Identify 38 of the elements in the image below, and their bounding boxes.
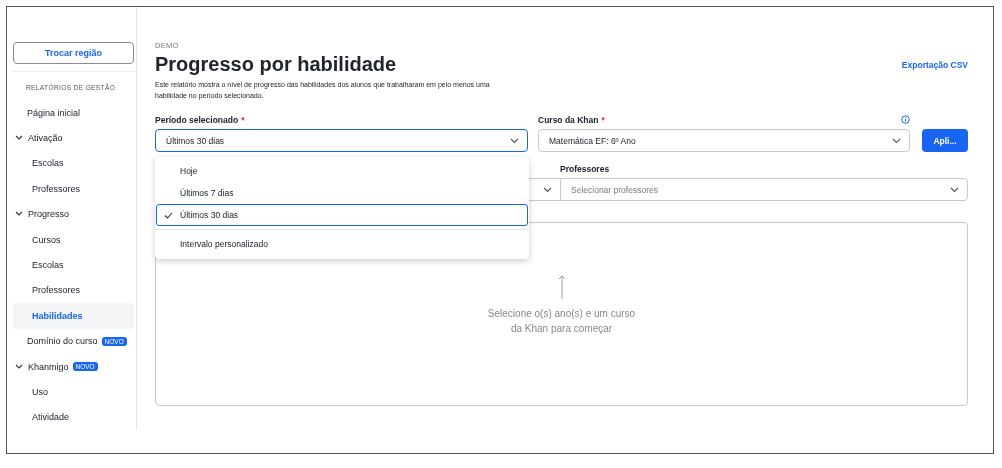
change-region-button[interactable]: Trocar região [13, 42, 134, 64]
nav-item[interactable]: Professores [12, 277, 136, 304]
required-mark: * [241, 115, 245, 125]
chevron-icon [15, 135, 23, 142]
course-select[interactable]: Matemática EF: 6º Ano [538, 129, 910, 152]
nav-item[interactable]: Progresso [12, 201, 136, 227]
field-label: Professores [560, 164, 610, 174]
field-label: Período selecionado [155, 115, 239, 125]
nav-item[interactable]: Cursos [12, 226, 136, 253]
period-select[interactable]: Últimos 30 dias [155, 129, 528, 152]
dropdown-option[interactable]: Intervalo personalizado [156, 233, 528, 255]
arrow-up-icon [557, 274, 566, 300]
dropdown-option[interactable]: Hoje [156, 160, 528, 182]
check-icon [164, 211, 173, 219]
nav-item[interactable]: Uso [12, 379, 136, 405]
apply-button[interactable]: Apli... [922, 129, 968, 152]
export-csv-link[interactable]: Exportação CSV [901, 60, 968, 70]
empty-state-message: Selecione o(s) ano(s) e um curso da Khan para começar [486, 306, 637, 336]
info-icon[interactable] [901, 115, 910, 124]
chevron-icon [15, 211, 23, 218]
chevron-icon [543, 186, 552, 193]
dropdown-option[interactable]: Últimos 30 dias [156, 204, 528, 226]
chevron-icon [15, 363, 23, 370]
dropdown-option[interactable]: Últimos 7 dias [156, 182, 528, 204]
chevron-icon [950, 186, 959, 193]
nav-item[interactable]: Professores [12, 176, 136, 202]
nav-item[interactable]: Habilidades [13, 303, 134, 329]
nav-item[interactable]: Escolas [12, 150, 136, 177]
chevron-icon [892, 137, 901, 144]
nav-item[interactable]: Ativação [12, 125, 136, 151]
nav-item[interactable]: Escolas [12, 252, 136, 278]
chevron-icon [510, 137, 519, 144]
nav-item[interactable]: Atividade [12, 404, 136, 431]
page-title: Progresso por habilidade [155, 53, 398, 76]
required-mark: * [601, 115, 605, 125]
nav-item[interactable]: Página inicial [12, 100, 136, 126]
teachers-select[interactable]: Selecionar professores [560, 178, 968, 201]
field-label: Curso da Khan [538, 115, 599, 125]
